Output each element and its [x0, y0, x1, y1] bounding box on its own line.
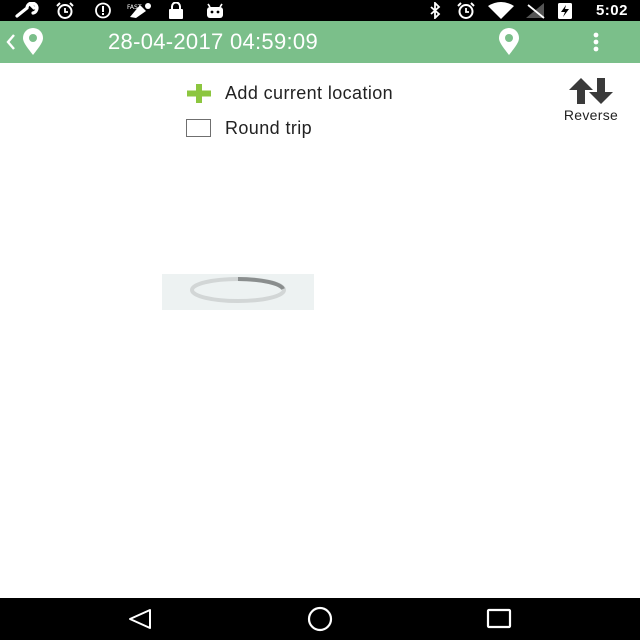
- alarm-icon: [454, 2, 478, 19]
- location-pin-icon[interactable]: [494, 27, 524, 57]
- bluetooth-icon: [426, 2, 444, 19]
- recents-square-icon[interactable]: [479, 606, 519, 632]
- reverse-button[interactable]: Reverse: [548, 76, 634, 124]
- reverse-label: Reverse: [563, 107, 619, 123]
- loading-indicator: [162, 274, 314, 310]
- swap-arrows-icon: [565, 76, 617, 106]
- round-trip-checkbox[interactable]: [186, 119, 211, 137]
- status-time: 5:02: [595, 2, 628, 19]
- home-circle-icon[interactable]: [300, 606, 340, 632]
- wifi-icon: [486, 2, 516, 19]
- app-location-pin-icon[interactable]: [18, 27, 48, 57]
- svg-text:FAST: FAST: [127, 4, 142, 11]
- add-current-location-label: Add current location: [225, 82, 394, 103]
- round-trip-label: Round trip: [225, 117, 313, 138]
- system-nav-bar: [0, 598, 640, 640]
- alarm-icon: [54, 2, 76, 19]
- overflow-menu-icon[interactable]: [586, 31, 606, 53]
- app-toolbar: 28-04-2017 04:59:09: [0, 21, 640, 63]
- data-saver-icon: [92, 2, 114, 19]
- round-trip-checkbox-row[interactable]: Round trip: [186, 116, 312, 140]
- battery-charging-icon: [556, 2, 574, 19]
- add-current-location-button[interactable]: Add current location: [184, 80, 393, 106]
- back-chevron-icon[interactable]: [4, 31, 18, 53]
- loading-spinner-icon: [183, 276, 293, 309]
- plus-icon: [184, 80, 214, 106]
- android-icon: [204, 2, 226, 19]
- lock-icon: [166, 2, 186, 19]
- page-title: 28-04-2017 04:59:09: [108, 29, 318, 54]
- location-service-icon: FAST: [126, 2, 154, 19]
- status-bar: FAST 5:02: [0, 0, 640, 21]
- wrench-icon: [14, 2, 40, 19]
- no-signal-icon: [524, 2, 546, 19]
- back-triangle-icon[interactable]: [121, 606, 161, 632]
